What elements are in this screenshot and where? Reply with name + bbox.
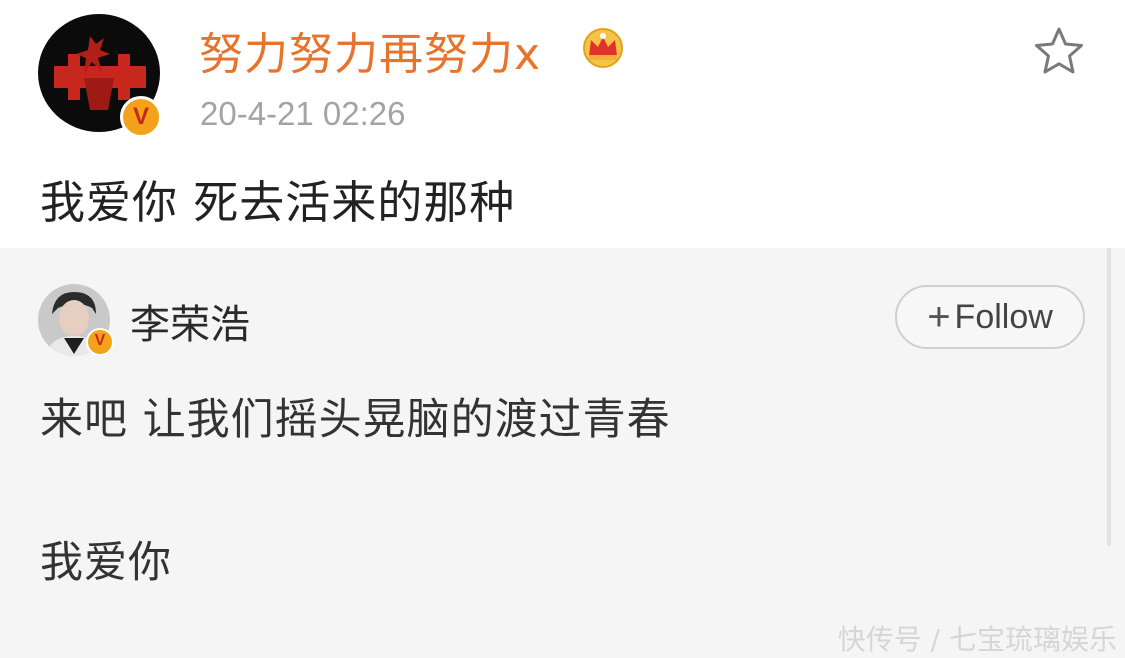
- follow-button[interactable]: + Follow: [895, 285, 1085, 349]
- scrollbar[interactable]: [1107, 248, 1111, 546]
- crown-icon: [583, 28, 623, 68]
- quoted-post[interactable]: V 李荣浩 + Follow 来吧 让我们摇头晃脑的渡过青春 我爱你 快传号 /…: [0, 248, 1125, 658]
- quoted-content-line: 我爱你: [40, 538, 172, 588]
- quoted-verified-badge-icon: V: [86, 328, 114, 356]
- weibo-screenshot: V 努力努力再努力x 20-4-21 02:26 我爱你 死去活来的那种 V 李…: [0, 0, 1125, 658]
- post-timestamp: 20-4-21 02:26: [200, 95, 406, 132]
- quoted-author-name[interactable]: 李荣浩: [130, 292, 250, 350]
- follow-label: Follow: [954, 297, 1053, 336]
- verified-badge-icon: V: [120, 96, 162, 138]
- author-name[interactable]: 努力努力再努力x: [199, 18, 541, 82]
- original-post: V 努力努力再努力x 20-4-21 02:26 我爱你 死去活来的那种: [0, 0, 1125, 248]
- star-outline-icon[interactable]: [1033, 26, 1085, 76]
- author-avatar[interactable]: V: [38, 14, 162, 138]
- watermark: 快传号 / 七宝琉璃娱乐: [837, 623, 1117, 656]
- quoted-content-line: 来吧 让我们摇头晃脑的渡过青春: [40, 395, 671, 445]
- post-content: 我爱你 死去活来的那种: [40, 176, 516, 229]
- plus-icon: +: [927, 295, 951, 339]
